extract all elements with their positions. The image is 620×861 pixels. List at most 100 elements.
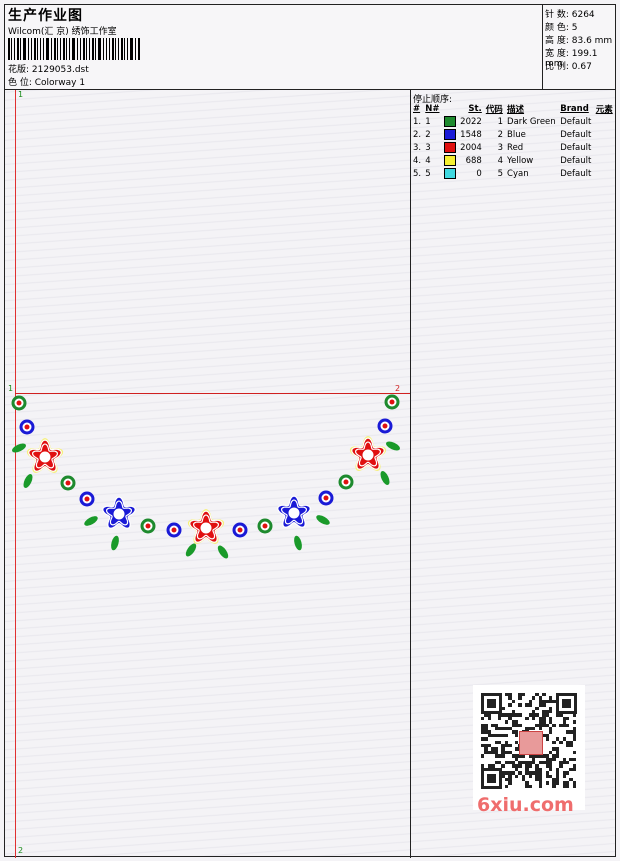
leaf — [294, 535, 302, 551]
qr-code — [473, 685, 585, 810]
row-description: Red — [507, 142, 524, 153]
row-index: 1. — [413, 116, 422, 127]
color-swatch — [443, 168, 456, 179]
qr-module — [552, 757, 556, 761]
row-element — [594, 154, 615, 167]
sheet-header: 生产作业图 Wilcom(汇 京) 绣饰工作室 花版: 2129053.dst … — [5, 5, 615, 90]
small-flower-center — [16, 400, 22, 406]
small-flower-center — [65, 480, 71, 486]
row-element — [594, 141, 615, 154]
qr-module — [572, 757, 577, 761]
qr-module — [532, 696, 536, 700]
qr-module — [538, 727, 543, 731]
small-flower-center — [24, 424, 30, 430]
leaf — [380, 471, 390, 485]
small-flower-center — [323, 495, 329, 501]
qr-module — [566, 771, 570, 775]
qr-module — [542, 693, 546, 697]
row-swatch — [442, 141, 458, 154]
qr-module — [518, 764, 522, 768]
row-number: 1 — [425, 116, 431, 127]
stop-sequence-table: # N# St. 代码 描述 Brand 元素 1. 1 2022 1 Dark Gre… — [411, 102, 615, 180]
qr-module — [566, 723, 570, 727]
watermark-text: 6xiu.com — [477, 794, 574, 816]
design-height: 高 度: 83.6 mm — [545, 36, 613, 46]
row-element — [594, 167, 615, 180]
qr-module — [515, 733, 519, 738]
row-swatch — [442, 115, 458, 128]
color-swatch — [443, 116, 456, 127]
qr-module — [515, 774, 519, 778]
small-flower-center — [382, 423, 388, 429]
qr-module — [559, 764, 563, 768]
flower-center — [287, 506, 301, 520]
row-stitches: 2004 — [460, 142, 482, 153]
row-description: Blue — [507, 129, 526, 140]
row-number: 4 — [425, 155, 431, 166]
row-code: 3 — [497, 142, 504, 153]
col-stitches: St. — [468, 103, 482, 114]
small-flower-center — [389, 399, 395, 405]
row-index: 4. — [413, 155, 422, 166]
qr-module — [528, 703, 532, 707]
qr-module — [572, 767, 577, 772]
qr-module — [518, 696, 522, 700]
small-flower-center — [237, 527, 243, 533]
col-swatch — [442, 102, 458, 115]
row-brand: Default — [560, 168, 592, 179]
qr-module — [484, 737, 488, 741]
table-row: 3. 3 2004 3 Red Default — [411, 141, 615, 154]
qr-module — [572, 737, 577, 741]
qr-module — [545, 781, 549, 785]
design-stats: 针 数: 6264 颜 色: 5 高 度: 83.6 mm 宽 度: 199.1… — [542, 5, 616, 89]
row-index: 3. — [413, 142, 422, 153]
qr-module — [508, 781, 512, 785]
qr-module — [518, 723, 522, 727]
qr-module — [572, 784, 577, 789]
embroidery-preview — [11, 394, 400, 559]
col-index: # — [413, 103, 421, 114]
stop-sequence-rows: 1. 1 2022 1 Dark Green Default 2. 2 1548 2 Blue Def… — [411, 115, 615, 180]
row-code: 4 — [497, 155, 504, 166]
qr-module — [552, 723, 556, 727]
qr-module — [535, 706, 539, 710]
qr-module — [528, 764, 532, 768]
qr-module — [504, 720, 509, 724]
qr-module — [549, 710, 553, 714]
qr-module — [508, 744, 512, 748]
qr-module — [566, 716, 570, 721]
qr-module — [504, 733, 509, 738]
row-description: Yellow — [507, 155, 534, 166]
col-number: N# — [425, 103, 440, 114]
small-flower-center — [171, 527, 177, 533]
design-file: 花版: 2129053.dst — [8, 65, 89, 75]
row-code: 5 — [497, 168, 504, 179]
qr-module — [555, 781, 560, 785]
row-stitches: 2022 — [460, 116, 482, 127]
design-canvas: 1 1 2 2 — [5, 90, 411, 858]
leaf — [12, 443, 26, 453]
row-swatch — [442, 128, 458, 141]
leaf — [185, 543, 197, 557]
qr-module — [538, 784, 543, 789]
row-stitches: 0 — [476, 168, 482, 179]
production-sheet: 生产作业图 Wilcom(汇 京) 绣饰工作室 花版: 2129053.dst … — [4, 4, 616, 858]
row-description: Cyan — [507, 168, 529, 179]
leaf — [217, 545, 229, 559]
qr-module — [562, 774, 566, 778]
design-scale: 比 例: 0.67 — [545, 62, 592, 72]
row-swatch — [442, 154, 458, 167]
row-number: 5 — [425, 168, 431, 179]
qr-module — [518, 703, 522, 707]
qr-module — [518, 713, 522, 717]
table-row: 2. 2 1548 2 Blue Default — [411, 128, 615, 141]
qr-module — [569, 744, 573, 748]
leaf — [316, 515, 330, 525]
qr-module — [532, 727, 536, 731]
color-swatch — [443, 155, 456, 166]
qr-module — [555, 754, 560, 758]
row-brand: Default — [560, 142, 592, 153]
leaf — [23, 474, 33, 488]
row-brand: Default — [560, 129, 592, 140]
qr-finder-core — [562, 699, 571, 708]
